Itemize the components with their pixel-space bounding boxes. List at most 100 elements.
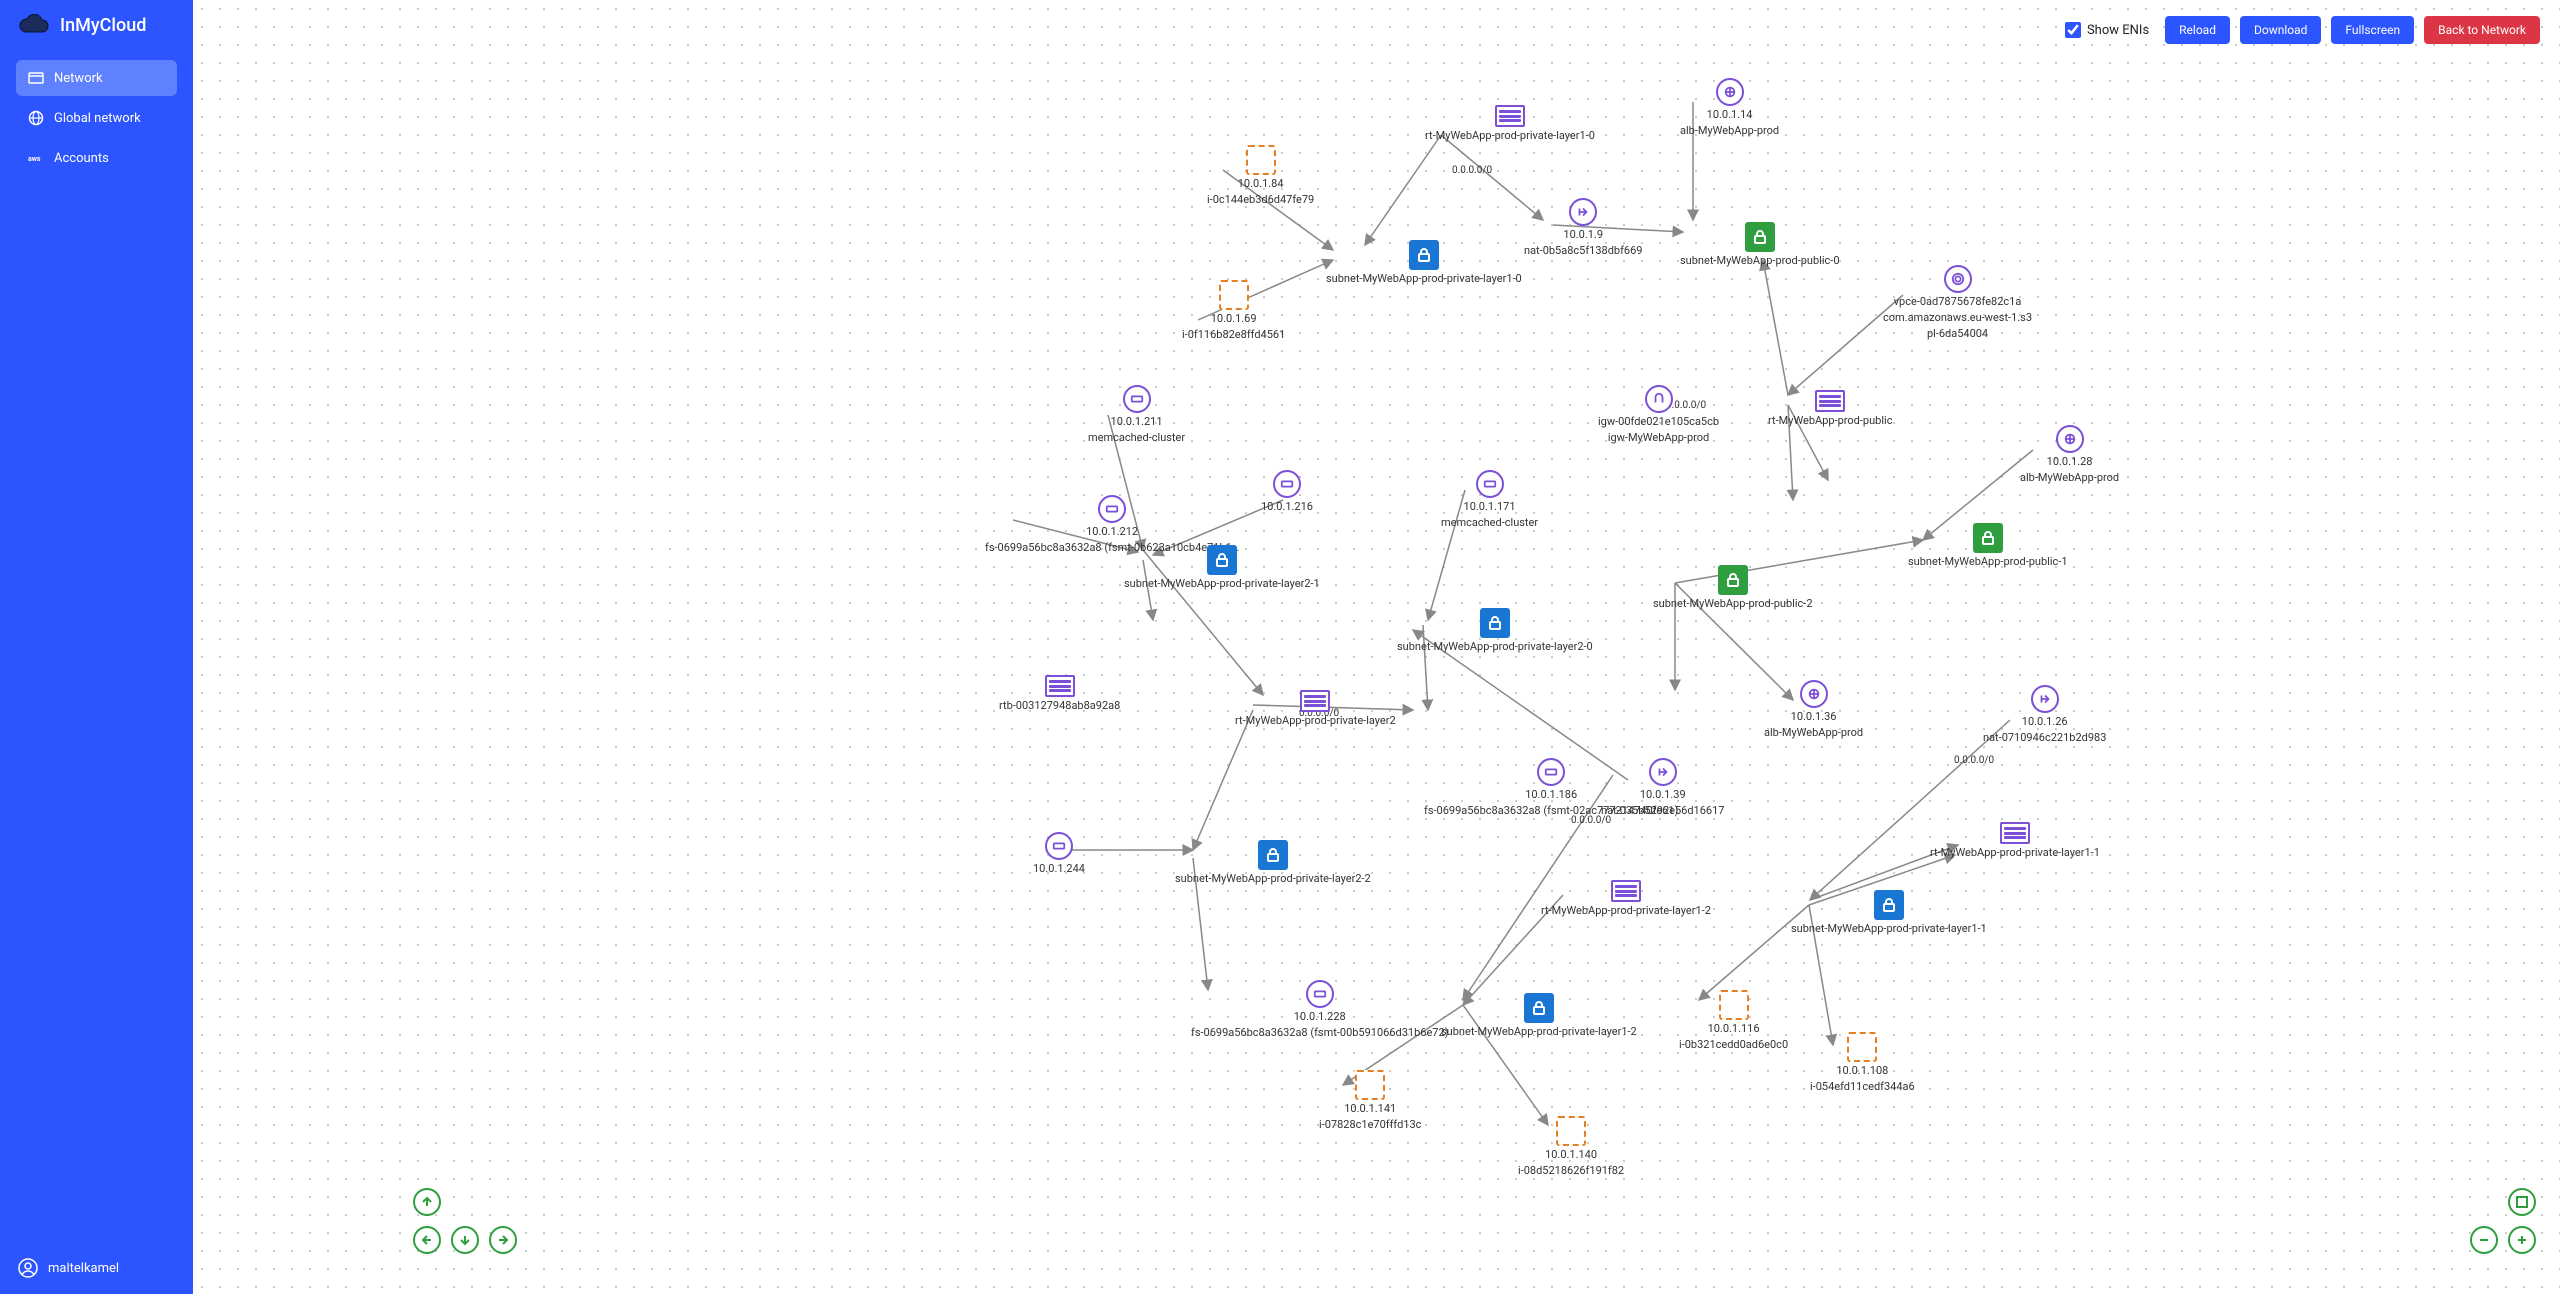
vpce[interactable]: vpce-0ad7875678fe82c1acom.amazonaws.eu-w… xyxy=(1883,265,2032,340)
eni-fs1[interactable]: 10.0.1.186fs-0699a56bc8a3632a8 (fsmt-02a… xyxy=(1424,758,1678,818)
download-button[interactable]: Download xyxy=(2240,16,2321,44)
subnet-sn_l2_2[interactable]: subnet-MyWebApp-prod-private-layer2-2 xyxy=(1175,840,1371,886)
ec2-instance-i4[interactable]: 10.0.1.108i-054efd11cedf344a6 xyxy=(1810,1032,1915,1094)
lock-icon xyxy=(1752,229,1768,245)
subnet-sn_l2_0[interactable]: subnet-MyWebApp-prod-private-layer2-0 xyxy=(1397,608,1593,654)
fullscreen-button[interactable]: Fullscreen xyxy=(2331,16,2414,44)
endpoint-icon xyxy=(1951,272,1965,286)
igw[interactable]: igw-00fde021e105ca5cbigw-MyWebApp-prod xyxy=(1598,385,1719,445)
subnet-sn_l1_0[interactable]: subnet-MyWebApp-prod-private-layer1-0 xyxy=(1326,240,1522,286)
eni-mem1[interactable]: 10.0.1.171memcached-cluster xyxy=(1441,470,1538,530)
main-canvas[interactable]: Show ENIs Reload Download Fullscreen Bac… xyxy=(193,0,2560,1294)
alb-icon xyxy=(2063,432,2077,446)
brand-text: InMyCloud xyxy=(60,15,146,36)
down-button[interactable] xyxy=(451,1226,479,1254)
reload-button[interactable]: Reload xyxy=(2165,16,2230,44)
show-enis-checkbox[interactable]: Show ENIs xyxy=(2065,22,2149,38)
subnet-sn_l2_1[interactable]: subnet-MyWebApp-prod-private-layer2-1 xyxy=(1124,545,1320,591)
ec2-icon xyxy=(1246,145,1276,175)
brand: InMyCloud xyxy=(0,0,193,50)
arrow-left-icon xyxy=(420,1233,434,1247)
lock-icon xyxy=(1980,530,1996,546)
up-button[interactable] xyxy=(413,1188,441,1216)
lock-icon xyxy=(1881,897,1897,913)
fit-icon xyxy=(2515,1195,2529,1209)
ec2-icon xyxy=(1719,990,1749,1020)
ec2-instance-i5[interactable]: 10.0.1.141i-07828c1e70fffd13c xyxy=(1319,1070,1421,1132)
lock-icon xyxy=(1214,552,1230,568)
ec2-instance-i3[interactable]: 10.0.1.116i-0b321cedd0ad6e0c0 xyxy=(1679,990,1788,1052)
lock-icon xyxy=(1531,1000,1547,1016)
cache-icon xyxy=(1280,477,1294,491)
alb-icon xyxy=(1807,687,1821,701)
view-controls-left xyxy=(413,1188,517,1254)
ec2-instance-i6[interactable]: 10.0.1.140i-08d5218626f191f82 xyxy=(1518,1116,1624,1178)
alb-icon xyxy=(1723,85,1737,99)
ec2-instance-i2[interactable]: 10.0.1.69i-0f116b82e8ffd4561 xyxy=(1182,280,1285,342)
lock-icon xyxy=(1265,847,1281,863)
user-icon xyxy=(18,1258,38,1278)
ec2-icon xyxy=(1355,1070,1385,1100)
eni-fs2[interactable]: 10.0.1.228fs-0699a56bc8a3632a8 (fsmt-00b… xyxy=(1191,980,1448,1040)
lock-icon xyxy=(1416,247,1432,263)
cache-icon xyxy=(1483,477,1497,491)
sidebar: InMyCloud Network Global network aws Acc… xyxy=(0,0,193,1294)
lock-icon xyxy=(1487,615,1503,631)
fit-button[interactable] xyxy=(2508,1188,2536,1216)
edge-label-1: 0.0.0.0/0 xyxy=(1452,165,1492,176)
ec2-icon xyxy=(1556,1116,1586,1146)
nav-network[interactable]: Network xyxy=(16,60,177,96)
ec2-icon xyxy=(1847,1032,1877,1062)
efs-icon xyxy=(1313,987,1327,1001)
route-table-rt_l2[interactable]: rt-MyWebApp-prod-private-layer2 xyxy=(1235,690,1396,728)
subnet-sn_pub0[interactable]: subnet-MyWebApp-prod-public-0 xyxy=(1680,222,1840,268)
globe-icon xyxy=(28,110,44,126)
zoom-out-button[interactable] xyxy=(2470,1226,2498,1254)
arrow-right-icon xyxy=(496,1233,510,1247)
subnet-sn_l1_2[interactable]: subnet-MyWebApp-prod-private-layer1-2 xyxy=(1441,993,1637,1039)
plus-icon xyxy=(2515,1233,2529,1247)
nat-icon xyxy=(1576,205,1590,219)
eni-alb2[interactable]: 10.0.1.36alb-MyWebApp-prod xyxy=(1764,680,1863,740)
minus-icon xyxy=(2477,1233,2491,1247)
ec2-instance-i1[interactable]: 10.0.1.84i-0c144eb3d6d47fe79 xyxy=(1207,145,1314,207)
route-table-rt_l1_1[interactable]: rt-MyWebApp-prod-private-layer1-1 xyxy=(1930,822,2100,860)
eni-alb0[interactable]: 10.0.1.14alb-MyWebApp-prod xyxy=(1680,78,1779,138)
eni-c244[interactable]: 10.0.1.244 xyxy=(1033,832,1085,876)
efs-icon xyxy=(1105,502,1119,516)
route-table-rtb[interactable]: rtb-003127948ab8a92a8 xyxy=(999,675,1120,713)
lock-icon xyxy=(1725,572,1741,588)
eni-nat1[interactable]: 10.0.1.26nat-0710946c221b2d983 xyxy=(1983,685,2106,745)
nat-icon xyxy=(2038,692,2052,706)
nav-accounts[interactable]: aws Accounts xyxy=(16,140,177,176)
cloud-logo-icon xyxy=(18,14,50,36)
eni-alb1[interactable]: 10.0.1.28alb-MyWebApp-prod xyxy=(2020,425,2119,485)
route-table-rt_l1_0[interactable]: rt-MyWebApp-prod-private-layer1-0 xyxy=(1425,105,1595,143)
zoom-in-button[interactable] xyxy=(2508,1226,2536,1254)
eni-mem0[interactable]: 10.0.1.211memcached-cluster xyxy=(1088,385,1185,445)
eni-mem216[interactable]: 10.0.1.216 xyxy=(1261,470,1313,514)
subnet-sn_pub2[interactable]: subnet-MyWebApp-prod-public-2 xyxy=(1653,565,1813,611)
svg-text:aws: aws xyxy=(28,155,41,163)
user-section[interactable]: maltelkamel xyxy=(0,1242,193,1294)
nav-global[interactable]: Global network xyxy=(16,100,177,136)
igw-icon xyxy=(1652,392,1666,406)
arrow-down-icon xyxy=(458,1233,472,1247)
subnet-sn_l1_1[interactable]: subnet-MyWebApp-prod-private-layer1-1 xyxy=(1791,890,1987,936)
cache-icon xyxy=(1130,392,1144,406)
ec2-icon xyxy=(1219,280,1249,310)
toolbar: Show ENIs Reload Download Fullscreen Bac… xyxy=(2065,16,2540,44)
nav: Network Global network aws Accounts xyxy=(0,50,193,1242)
left-button[interactable] xyxy=(413,1226,441,1254)
subnet-sn_pub1[interactable]: subnet-MyWebApp-prod-public-1 xyxy=(1908,523,2068,569)
arrow-up-icon xyxy=(420,1195,434,1209)
back-button[interactable]: Back to Network xyxy=(2424,16,2540,44)
route-table-rt_pub[interactable]: rt-MyWebApp-prod-public xyxy=(1768,390,1892,428)
route-table-rt_l1_2[interactable]: rt-MyWebApp-prod-private-layer1-2 xyxy=(1541,880,1711,918)
cache-icon xyxy=(1052,839,1066,853)
right-button[interactable] xyxy=(489,1226,517,1254)
edge-label-3: 0.0.0.0/0 xyxy=(1954,755,1994,766)
eni-nat0[interactable]: 10.0.1.9nat-0b5a8c5f138dbf669 xyxy=(1524,198,1642,258)
show-enis-input[interactable] xyxy=(2065,22,2081,38)
view-controls-right xyxy=(2470,1188,2536,1254)
